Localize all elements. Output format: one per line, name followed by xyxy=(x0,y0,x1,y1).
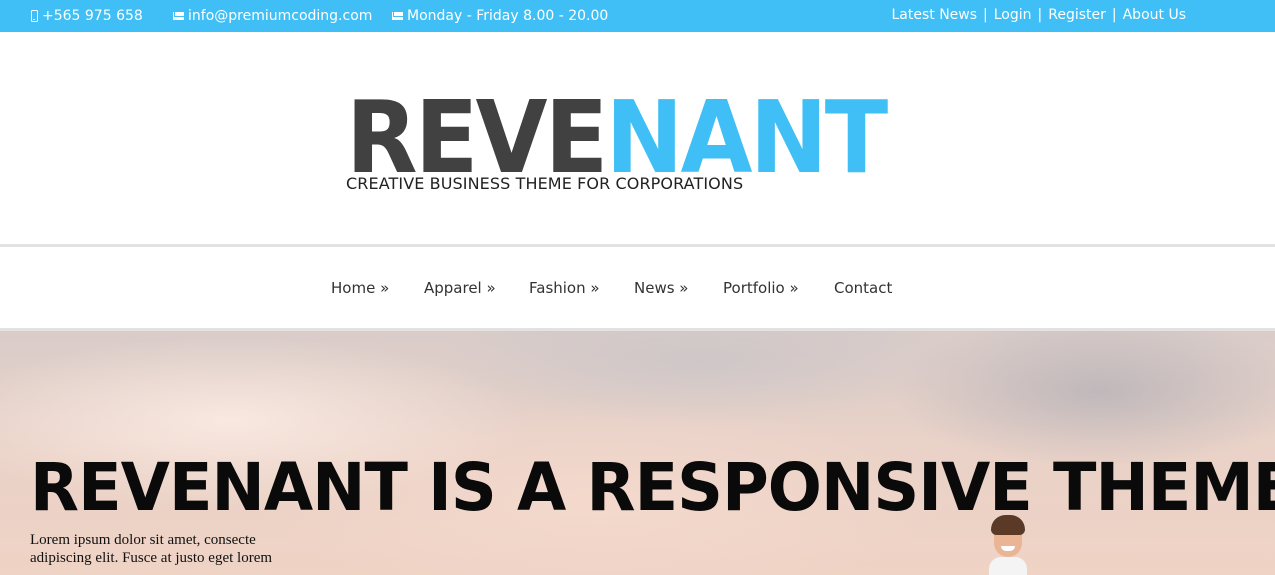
hero-banner: REVENANT IS A RESPONSIVE THEME Lorem ips… xyxy=(0,331,1275,575)
login-link[interactable]: Login xyxy=(994,0,1032,32)
link-separator: | xyxy=(983,7,988,23)
phone-number: +565 975 658 xyxy=(42,8,143,24)
nav-item-portfolio[interactable]: Portfolio » xyxy=(723,247,799,328)
hero-text: Lorem ipsum dolor sit amet, consecte adi… xyxy=(30,532,273,566)
topbar-email[interactable]: info@premiumcoding.com xyxy=(173,0,372,32)
logo-tagline: CREATIVE BUSINESS THEME FOR CORPORATIONS xyxy=(346,174,744,193)
opening-hours: Monday - Friday 8.00 - 20.00 xyxy=(407,8,609,24)
hero-title: REVENANT IS A RESPONSIVE THEME xyxy=(30,449,1275,526)
link-separator: | xyxy=(1037,7,1043,23)
register-link[interactable]: Register xyxy=(1048,0,1106,32)
latest-news-link[interactable]: Latest News xyxy=(891,0,977,32)
topbar-phone: +565 975 658 xyxy=(31,0,143,32)
top-bar: +565 975 658 info@premiumcoding.com Mond… xyxy=(0,0,1275,32)
site-logo[interactable]: REVENANT CREATIVE BUSINESS THEME FOR COR… xyxy=(346,88,926,194)
main-nav: Home » Apparel » Fashion » News » Portfo… xyxy=(0,247,1275,328)
link-separator: | xyxy=(1111,7,1117,23)
logo-wordmark: REVENANT xyxy=(346,88,888,188)
email-address[interactable]: info@premiumcoding.com xyxy=(188,1,372,31)
about-us-link[interactable]: About Us xyxy=(1123,0,1186,32)
nav-item-apparel[interactable]: Apparel » xyxy=(424,247,496,328)
person-image xyxy=(985,515,1031,575)
nav-item-fashion[interactable]: Fashion » xyxy=(529,247,600,328)
top-links: Latest News | Login | Register | About U… xyxy=(891,0,1186,32)
topbar-hours: Monday - Friday 8.00 - 20.00 xyxy=(392,0,608,32)
nav-item-contact[interactable]: Contact xyxy=(834,247,892,328)
nav-item-news[interactable]: News » xyxy=(634,247,688,328)
phone-icon xyxy=(31,10,38,22)
nav-item-home[interactable]: Home » xyxy=(331,247,389,328)
mail-icon xyxy=(392,12,403,20)
mail-icon xyxy=(173,12,184,20)
